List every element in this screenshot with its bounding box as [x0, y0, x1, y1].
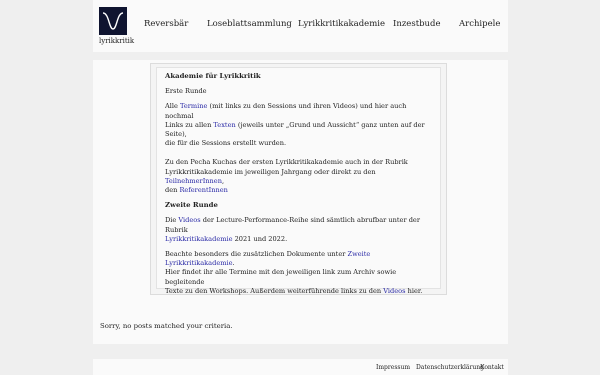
referenten-link[interactable]: ReferentInnen	[179, 186, 227, 194]
nav-item-lyrikkritikakademie[interactable]: Lyrikkritikakademie	[298, 19, 385, 29]
nav-item-archipele[interactable]: Archipele	[459, 19, 500, 29]
videos-link[interactable]: Videos	[178, 216, 200, 224]
teilnehmer-link[interactable]: TeilnehmerInnen	[165, 177, 222, 185]
article-frame: Akademie für Lyrikkritik Erste Runde All…	[150, 63, 447, 295]
article-content: Akademie für Lyrikkritik Erste Runde All…	[165, 72, 434, 296]
videos-link-2[interactable]: Videos	[383, 287, 405, 295]
site-header: lyrikkritik Reversbär Loseblattsammlung …	[93, 0, 508, 52]
no-posts-message: Sorry, no posts matched your criteria.	[100, 322, 233, 330]
footer-link-impressum[interactable]: Impressum	[376, 364, 410, 371]
footer-link-datenschutz[interactable]: Datenschutzerklärung	[416, 364, 484, 371]
paragraph-pecha-kucha: Zu den Pecha Kuchas der ersten Lyrikkrit…	[165, 158, 408, 195]
paragraph-termine: Alle Termine (mit links zu den Sessions …	[165, 102, 425, 148]
nav-item-loseblattsammlung[interactable]: Loseblattsammlung	[207, 19, 292, 29]
termine-link[interactable]: Termine	[180, 102, 207, 110]
article-box: Akademie für Lyrikkritik Erste Runde All…	[156, 67, 441, 295]
nav-item-inzestbude[interactable]: Inzestbude	[393, 19, 441, 29]
site-footer: Impressum Datenschutzerklärung Kontakt	[93, 359, 508, 375]
main-content: Akademie für Lyrikkritik Erste Runde All…	[93, 60, 508, 344]
nav-item-reversbaer[interactable]: Reversbär	[144, 19, 188, 29]
logo-wordmark: lyrikkritik	[99, 37, 135, 45]
site-logo[interactable]	[99, 7, 127, 35]
paragraph-videos: Die Videos der Lecture-Performance-Reihe…	[165, 216, 420, 243]
wave-logo-icon	[102, 12, 124, 30]
article-title: Akademie für Lyrikkritik	[165, 72, 261, 80]
footer-link-kontakt[interactable]: Kontakt	[480, 364, 504, 371]
texten-link[interactable]: Texten	[213, 121, 235, 129]
round-one-label: Erste Runde	[165, 87, 207, 96]
lyrikkritikakademie-link[interactable]: Lyrikkritikakademie	[165, 235, 233, 243]
round-two-heading: Zweite Runde	[165, 201, 218, 210]
paragraph-dokumente: Beachte besonders die zusätzlichen Dokum…	[165, 250, 423, 295]
